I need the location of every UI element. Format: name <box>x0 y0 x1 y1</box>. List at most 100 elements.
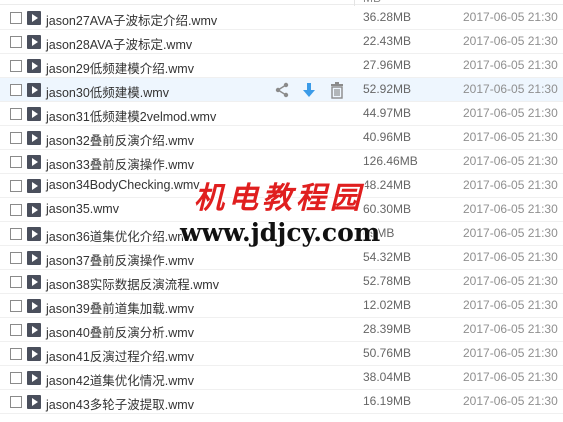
file-name[interactable]: jason42道集优化情况.wmv <box>46 370 194 389</box>
video-file-icon <box>27 11 41 25</box>
file-date: 2017-06-05 21:30 <box>463 34 558 48</box>
video-file-icon <box>27 35 41 49</box>
file-row[interactable]: jason30低频建模.wmv 52.92MB 2017-06-05 21:30 <box>0 78 563 102</box>
row-checkbox[interactable] <box>10 372 22 384</box>
download-button[interactable] <box>299 80 319 100</box>
file-name[interactable]: jason40叠前反演分析.wmv <box>46 322 194 341</box>
trash-icon <box>327 80 347 100</box>
file-name[interactable]: jason34BodyChecking.wmv <box>46 178 200 192</box>
partial-size: MB <box>363 0 381 5</box>
row-checkbox[interactable] <box>10 252 22 264</box>
file-size: 50.76MB <box>363 346 412 360</box>
video-file-icon <box>27 107 41 121</box>
file-size: 36.28MB <box>363 10 412 24</box>
video-file-icon <box>27 83 41 97</box>
file-name[interactable]: jason32叠前反演介绍.wmv <box>46 130 194 149</box>
share-icon <box>272 80 292 100</box>
file-name[interactable]: jason31低频建模2velmod.wmv <box>46 106 216 125</box>
file-date: 2017-06-05 21:30 <box>463 250 558 264</box>
row-checkbox[interactable] <box>10 324 22 336</box>
file-row[interactable]: jason31低频建模2velmod.wmv 44.97MB 2017-06-05 … <box>0 102 563 126</box>
file-row[interactable]: jason33叠前反演操作.wmv 126.46MB 2017-06-05 21:3… <box>0 150 563 174</box>
file-row[interactable]: jason32叠前反演介绍.wmv 40.96MB 2017-06-05 21:30 <box>0 126 563 150</box>
file-name[interactable]: jason35.wmv <box>46 202 119 216</box>
file-size: 38.04MB <box>363 370 412 384</box>
file-size: 52.92MB <box>363 82 412 96</box>
file-size: 44.97MB <box>363 106 412 120</box>
file-size: 40.96MB <box>363 130 412 144</box>
file-row[interactable]: jason40叠前反演分析.wmv 28.39MB 2017-06-05 21:30 <box>0 318 563 342</box>
file-size: 22.43MB <box>363 34 412 48</box>
file-size: 54.32MB <box>363 250 412 264</box>
row-checkbox[interactable] <box>10 180 22 192</box>
trash-button[interactable] <box>327 80 347 100</box>
row-checkbox[interactable] <box>10 132 22 144</box>
file-name[interactable]: jason38实际数据反演流程.wmv <box>46 274 219 293</box>
row-checkbox[interactable] <box>10 204 22 216</box>
row-checkbox[interactable] <box>10 396 22 408</box>
file-row[interactable]: jason29低频建模介绍.wmv 27.96MB 2017-06-05 21:30 <box>0 54 563 78</box>
row-checkbox[interactable] <box>10 84 22 96</box>
file-date: 2017-06-05 21:30 <box>463 58 558 72</box>
video-file-icon <box>27 347 41 361</box>
video-file-icon <box>27 179 41 193</box>
video-file-icon <box>27 59 41 73</box>
row-checkbox[interactable] <box>10 36 22 48</box>
file-size: 60.30MB <box>363 202 412 216</box>
file-size: 48.24MB <box>363 178 412 192</box>
video-file-icon <box>27 371 41 385</box>
file-name[interactable]: jason28AVA子波标定.wmv <box>46 34 192 53</box>
file-row[interactable]: jason43多轮子波提取.wmv 16.19MB 2017-06-05 21:30 <box>0 390 563 414</box>
row-checkbox[interactable] <box>10 60 22 72</box>
row-checkbox[interactable] <box>10 300 22 312</box>
file-date: 2017-06-05 21:30 <box>463 178 558 192</box>
file-date: 2017-06-05 21:30 <box>463 154 558 168</box>
video-file-icon <box>27 227 41 241</box>
file-name[interactable]: jason33叠前反演操作.wmv <box>46 154 194 173</box>
file-date: 2017-06-05 21:30 <box>463 202 558 216</box>
file-size: 27.96MB <box>363 58 412 72</box>
file-date: 2017-06-05 21:30 <box>463 226 558 240</box>
file-name[interactable]: jason37叠前反演操作.wmv <box>46 250 194 269</box>
file-date: 2017-06-05 21:30 <box>463 130 558 144</box>
row-checkbox[interactable] <box>10 276 22 288</box>
video-file-icon <box>27 275 41 289</box>
share-button[interactable] <box>272 80 292 100</box>
file-date: 2017-06-05 21:30 <box>463 10 558 24</box>
video-file-icon <box>27 323 41 337</box>
file-row[interactable]: jason37叠前反演操作.wmv 54.32MB 2017-06-05 21:30 <box>0 246 563 270</box>
file-row[interactable]: jason41反演过程介绍.wmv 50.76MB 2017-06-05 21:30 <box>0 342 563 366</box>
file-row[interactable]: jason42道集优化情况.wmv 38.04MB 2017-06-05 21:30 <box>0 366 563 390</box>
row-checkbox[interactable] <box>10 108 22 120</box>
row-checkbox[interactable] <box>10 156 22 168</box>
file-row[interactable]: jason27AVA子波标定介绍.wmv 36.28MB 2017-06-05 21… <box>0 6 563 30</box>
file-row[interactable]: jason39叠前道集加载.wmv 12.02MB 2017-06-05 21:30 <box>0 294 563 318</box>
file-name[interactable]: jason41反演过程介绍.wmv <box>46 346 194 365</box>
file-date: 2017-06-05 21:30 <box>463 82 558 96</box>
file-name[interactable]: jason30低频建模.wmv <box>46 82 169 101</box>
watermark-site-name: 机电教程园 <box>194 181 364 216</box>
video-file-icon <box>27 299 41 313</box>
file-name[interactable]: jason39叠前道集加载.wmv <box>46 298 194 317</box>
file-date: 2017-06-05 21:30 <box>463 346 558 360</box>
video-file-icon <box>27 395 41 409</box>
partial-row: MB <box>0 0 563 5</box>
file-name[interactable]: jason27AVA子波标定介绍.wmv <box>46 10 217 29</box>
row-checkbox[interactable] <box>10 12 22 24</box>
file-row[interactable]: jason38实际数据反演流程.wmv 52.78MB 2017-06-05 21:… <box>0 270 563 294</box>
file-date: 2017-06-05 21:30 <box>463 322 558 336</box>
video-file-icon <box>27 131 41 145</box>
file-date: 2017-06-05 21:30 <box>463 106 558 120</box>
file-date: 2017-06-05 21:30 <box>463 394 558 408</box>
file-name[interactable]: jason29低频建模介绍.wmv <box>46 58 194 77</box>
file-name[interactable]: jason43多轮子波提取.wmv <box>46 394 194 413</box>
file-size: 12.02MB <box>363 298 412 312</box>
file-name[interactable]: jason36道集优化介绍.wmv <box>46 226 194 245</box>
video-file-icon <box>27 251 41 265</box>
row-checkbox[interactable] <box>10 228 22 240</box>
file-row[interactable]: jason28AVA子波标定.wmv 22.43MB 2017-06-05 21:3… <box>0 30 563 54</box>
video-file-icon <box>27 203 41 217</box>
file-date: 2017-06-05 21:30 <box>463 274 558 288</box>
file-size: 16.19MB <box>363 394 412 408</box>
row-checkbox[interactable] <box>10 348 22 360</box>
